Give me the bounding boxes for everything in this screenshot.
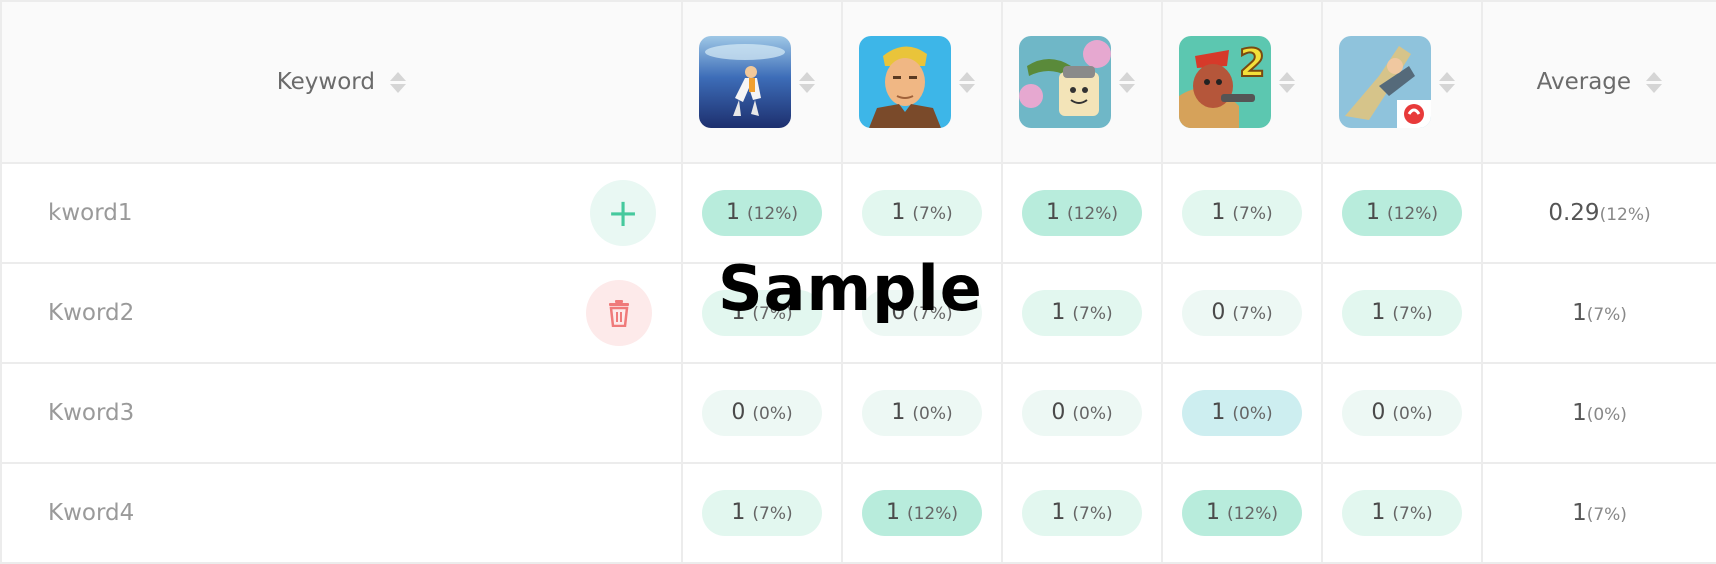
average-percent: (7%) — [1586, 305, 1627, 325]
rank-badge: 1 (7%) — [1342, 290, 1462, 336]
game-column-header[interactable]: 2 — [1161, 0, 1323, 164]
rank-cell: 0 (7%) — [1161, 262, 1323, 364]
rank-cell: 1 (12%) — [1161, 462, 1323, 564]
keyword-cell: Kword4 — [0, 462, 683, 564]
average-value: 0.29 — [1548, 200, 1600, 226]
rank-badge: 1 (12%) — [862, 490, 982, 536]
average-value: 1 — [1572, 300, 1587, 326]
game-icon-hero-2: 2 — [1179, 36, 1271, 128]
keyword-cell: Kword3 — [0, 362, 683, 464]
rank-cell: 1 (7%) — [681, 462, 843, 564]
rank-badge: 1 (7%) — [702, 490, 822, 536]
keyword-label: Kword2 — [48, 300, 135, 326]
rank-cell: 1 (7%) — [1001, 462, 1163, 564]
keyword-column-header[interactable]: Keyword — [0, 0, 683, 164]
average-percent: (12%) — [1599, 205, 1651, 225]
rank-cell: 1 (7%) — [1161, 162, 1323, 264]
rank-badge: 0 (0%) — [1342, 390, 1462, 436]
average-cell: 0.29(12%) — [1481, 162, 1716, 264]
sort-icon[interactable] — [1439, 71, 1455, 93]
rank-cell: 1 (12%) — [681, 162, 843, 264]
rank-badge: 1 (12%) — [1342, 190, 1462, 236]
rank-cell: 1 (0%) — [1161, 362, 1323, 464]
rank-cell: 1 (12%) — [1001, 162, 1163, 264]
trash-icon — [609, 300, 629, 327]
rank-badge: 1 (7%) — [1022, 290, 1142, 336]
add-keyword-button[interactable]: + — [590, 180, 656, 246]
rank-badge: 0 (7%) — [1182, 290, 1302, 336]
sort-icon[interactable] — [959, 71, 975, 93]
keyword-label: kword1 — [48, 200, 133, 226]
rank-badge: 1 (7%) — [862, 190, 982, 236]
sort-icon[interactable] — [1119, 71, 1135, 93]
game-icon-cartoon-knight — [1019, 36, 1111, 128]
table-header-row: Keyword 2 Average — [0, 0, 1716, 164]
average-value: 1 — [1572, 500, 1587, 526]
rank-badge: 1 (12%) — [1022, 190, 1142, 236]
game-icon-diver — [699, 36, 791, 128]
sort-icon[interactable] — [1646, 72, 1663, 93]
rank-cell: 1 (0%) — [841, 362, 1003, 464]
keyword-label: Kword4 — [48, 500, 135, 526]
rank-cell: 0 (0%) — [1001, 362, 1163, 464]
rank-cell: 1 (12%) — [841, 462, 1003, 564]
plus-icon: + — [607, 191, 639, 235]
game-column-header[interactable] — [681, 0, 843, 164]
average-value: 1 — [1572, 400, 1587, 426]
game-column-header[interactable] — [841, 0, 1003, 164]
sample-watermark: Sample — [718, 252, 983, 325]
sort-icon[interactable] — [390, 72, 407, 93]
table-row: kword1 + 1 (12%) 1 (7%) 1 (12%) 1 (7%) 1… — [0, 162, 1716, 264]
keyword-header-label: Keyword — [276, 69, 375, 95]
svg-text:2: 2 — [1239, 41, 1265, 85]
average-header-label: Average — [1536, 69, 1632, 95]
average-cell: 1(7%) — [1481, 262, 1716, 364]
average-cell: 1(7%) — [1481, 462, 1716, 564]
rank-badge: 1 (7%) — [1342, 490, 1462, 536]
keyword-cell: Kword2 — [0, 262, 683, 364]
rank-badge: 1 (0%) — [862, 390, 982, 436]
rank-cell: 1 (7%) — [841, 162, 1003, 264]
keyword-label: Kword3 — [48, 400, 135, 426]
delete-keyword-button[interactable] — [586, 280, 652, 346]
average-cell: 1(0%) — [1481, 362, 1716, 464]
table-row: Kword4 1 (7%) 1 (12%) 1 (7%) 1 (12%) 1 (… — [0, 462, 1716, 564]
rank-badge: 1 (12%) — [702, 190, 822, 236]
game-icon-fortnite — [859, 36, 951, 128]
game-column-header[interactable] — [1321, 0, 1483, 164]
keyword-cell: kword1 + — [0, 162, 683, 264]
rank-cell: 1 (12%) — [1321, 162, 1483, 264]
game-icon-free-fire — [1339, 36, 1431, 128]
game-column-header[interactable] — [1001, 0, 1163, 164]
table-row: Kword3 0 (0%) 1 (0%) 0 (0%) 1 (0%) 0 (0%… — [0, 362, 1716, 464]
rank-badge: 1 (7%) — [1022, 490, 1142, 536]
rank-badge: 1 (12%) — [1182, 490, 1302, 536]
rank-cell: 1 (7%) — [1001, 262, 1163, 364]
rank-badge: 1 (7%) — [1182, 190, 1302, 236]
rank-cell: 1 (7%) — [1321, 262, 1483, 364]
average-column-header[interactable]: Average — [1481, 0, 1716, 164]
average-percent: (0%) — [1586, 405, 1627, 425]
sort-icon[interactable] — [799, 71, 815, 93]
sort-icon[interactable] — [1279, 71, 1295, 93]
rank-cell: 0 (0%) — [1321, 362, 1483, 464]
average-percent: (7%) — [1586, 505, 1627, 525]
rank-cell: 1 (7%) — [1321, 462, 1483, 564]
rank-badge: 0 (0%) — [1022, 390, 1142, 436]
rank-badge: 1 (0%) — [1182, 390, 1302, 436]
rank-badge: 0 (0%) — [702, 390, 822, 436]
rank-cell: 0 (0%) — [681, 362, 843, 464]
